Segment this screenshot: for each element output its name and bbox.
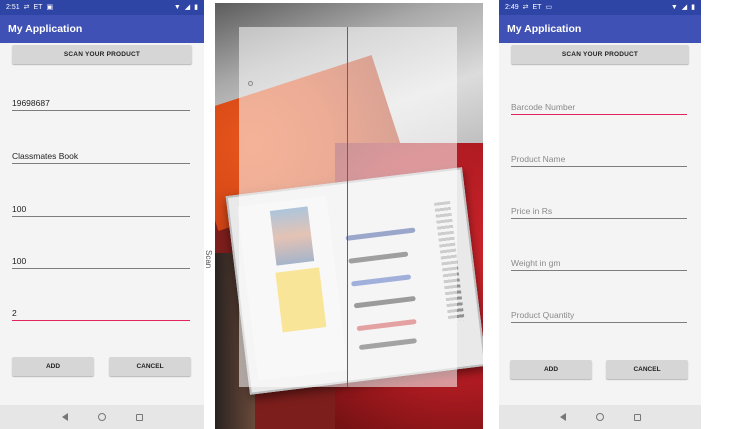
signal-icon: ◢ — [184, 4, 191, 11]
back-icon[interactable] — [61, 413, 68, 421]
home-icon[interactable] — [595, 413, 604, 421]
home-icon[interactable] — [97, 413, 106, 421]
navigation-bar — [0, 405, 204, 429]
weight-field[interactable]: Weight in gm — [511, 257, 687, 271]
scan-product-button[interactable]: SCAN YOUR PRODUCT — [511, 45, 689, 64]
signal-icon: ◢ — [681, 4, 688, 11]
status-time: 2:49 — [505, 4, 519, 11]
product-name-field[interactable]: Classmates Book — [12, 150, 190, 164]
add-button[interactable]: ADD — [510, 360, 592, 379]
app-title: My Application — [8, 23, 83, 35]
recent-apps-icon[interactable] — [135, 413, 143, 421]
scan-product-button[interactable]: SCAN YOUR PRODUCT — [12, 45, 192, 64]
weight-field[interactable]: 100 — [12, 255, 190, 269]
navigation-bar — [499, 405, 701, 429]
filled-form-screen: 2:51 ⇄ ET ▣ ▼ ◢ ▮ My Application SCAN YO… — [0, 0, 204, 429]
status-bar: 2:51 ⇄ ET ▣ ▼ ◢ ▮ — [0, 0, 204, 15]
add-button[interactable]: ADD — [12, 357, 94, 376]
scan-laser-line — [347, 27, 349, 387]
wifi-icon: ▼ — [173, 4, 181, 11]
barcode-field[interactable]: Barcode Number — [511, 101, 687, 115]
app-title: My Application — [507, 23, 582, 35]
quantity-field[interactable]: Product Quantity — [511, 309, 687, 323]
price-field[interactable]: 100 — [12, 203, 190, 217]
sync-icon: ⇄ — [522, 4, 529, 11]
cancel-button[interactable]: CANCEL — [109, 357, 191, 376]
barcode-field[interactable]: 19698687 — [12, 97, 190, 111]
status-carrier: ET — [33, 4, 43, 11]
quantity-field[interactable]: 2 — [12, 307, 190, 321]
price-field[interactable]: Price in Rs — [511, 205, 687, 219]
product-name-field[interactable]: Product Name — [511, 153, 687, 167]
empty-form-screen: 2:49 ⇄ ET ▭ ▼ ◢ ▮ My Application SCAN YO… — [499, 0, 701, 429]
back-icon[interactable] — [559, 413, 566, 421]
status-time: 2:51 — [6, 4, 20, 11]
status-carrier: ET — [532, 4, 542, 11]
battery-icon: ▮ — [691, 4, 695, 11]
app-bar: My Application — [0, 15, 204, 43]
image-icon: ▣ — [46, 4, 54, 11]
app-bar: My Application — [499, 15, 701, 43]
wifi-icon: ▼ — [670, 4, 678, 11]
barcode-scanner-view[interactable] — [215, 3, 483, 429]
battery-icon: ▮ — [194, 4, 198, 11]
sync-icon: ⇄ — [23, 4, 30, 11]
status-bar: 2:49 ⇄ ET ▭ ▼ ◢ ▮ — [499, 0, 701, 15]
recent-apps-icon[interactable] — [633, 413, 641, 421]
cancel-button[interactable]: CANCEL — [606, 360, 688, 379]
focus-dot — [248, 81, 253, 86]
screen-icon: ▭ — [545, 4, 553, 11]
scan-side-label: Scan — [204, 250, 213, 269]
